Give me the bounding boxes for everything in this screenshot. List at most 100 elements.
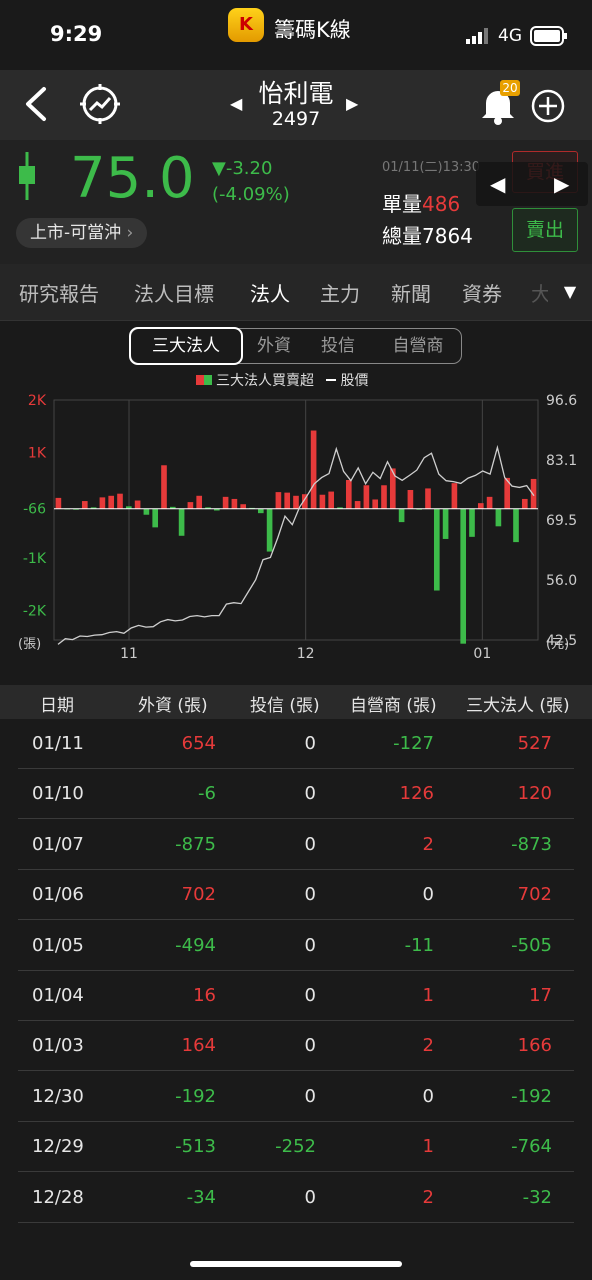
total-vol-value: 7864 (422, 224, 473, 248)
notification-badge: 20 (500, 80, 520, 96)
cell-total: -32 (522, 1186, 552, 1208)
table-row: 01/06 702 0 0 702 (0, 870, 592, 921)
bar (477, 503, 484, 509)
th-date: 日期 (40, 696, 74, 716)
segment-all[interactable]: 三大法人 (129, 327, 243, 365)
home-indicator[interactable] (190, 1261, 402, 1267)
bar (117, 493, 123, 509)
status-time: 9:29 (50, 22, 103, 46)
left-tick-label: -2K (23, 604, 47, 620)
chevron-right-icon: › (126, 223, 134, 243)
legend-down-swatch (204, 375, 212, 385)
bar (486, 496, 493, 509)
row-date: 01/11 (32, 733, 84, 754)
left-tick-label: 2K (28, 393, 47, 409)
tab-dropdown-icon[interactable]: ▼ (548, 264, 592, 320)
market-tag[interactable]: 上市-可當沖 › (16, 218, 148, 248)
last-price: 75.0 (70, 146, 195, 211)
legend-bars-label: 三大法人買賣超 (216, 373, 314, 389)
left-tick-label: -66 (23, 502, 46, 518)
cell-total: -192 (511, 1085, 552, 1107)
cell-foreign: 16 (193, 985, 216, 1006)
cell-total: 527 (517, 733, 552, 754)
bar (222, 496, 229, 509)
network-type: 4G (498, 26, 522, 46)
segment-dealer[interactable]: 自營商 (375, 329, 461, 363)
bar (55, 497, 62, 509)
bar (81, 501, 88, 509)
bar (284, 492, 291, 509)
row-date: 01/07 (32, 833, 84, 855)
table-header: 日期 外資 (張) 投信 (張) 自營商 (張) 三大法人 (張) (0, 685, 592, 719)
tab-research[interactable]: 研究報告 (19, 278, 99, 307)
bar (398, 508, 405, 523)
x-tick-label: 01 (473, 646, 491, 662)
table-row: 01/07 -875 0 2 -873 (0, 820, 592, 870)
bar (451, 483, 458, 509)
tab-major[interactable]: 主力 (320, 278, 360, 307)
bar (134, 500, 141, 509)
cell-dealer: -11 (404, 934, 434, 956)
table-row: 01/04 16 0 1 17 (0, 971, 592, 1021)
bar (381, 485, 387, 509)
add-icon[interactable] (530, 88, 566, 124)
legend-up-swatch (196, 375, 204, 385)
cell-trust: 0 (304, 783, 316, 805)
bar (196, 495, 203, 509)
cell-dealer: 2 (422, 833, 434, 855)
bar (425, 488, 431, 509)
tab-institutional[interactable]: 法人 (250, 278, 290, 307)
right-tick-label: 69.5 (546, 513, 577, 529)
cell-dealer: -127 (393, 733, 434, 754)
row-date: 01/05 (32, 934, 84, 956)
app-name: 籌碼K線 (274, 18, 351, 42)
sell-button[interactable]: 賣出 (512, 208, 578, 252)
quote-next-icon[interactable]: ▶ (554, 172, 569, 196)
table-row: 01/10 -6 0 126 120 (0, 769, 592, 820)
cell-trust: 0 (304, 833, 316, 855)
row-date: 01/04 (32, 985, 84, 1006)
cell-total: -505 (511, 934, 552, 956)
cell-total: 17 (529, 985, 552, 1006)
cell-foreign: -192 (175, 1085, 216, 1107)
cell-dealer: 0 (422, 884, 434, 906)
table-row: 01/03 164 0 2 166 (0, 1021, 592, 1072)
cell-trust: 0 (304, 733, 316, 754)
tab-news[interactable]: 新聞 (391, 278, 431, 307)
bar (231, 498, 238, 509)
cell-total: -873 (511, 833, 552, 855)
bar (187, 502, 194, 509)
row-date: 01/03 (32, 1035, 84, 1057)
candle-icon (19, 152, 35, 200)
tab-target[interactable]: 法人目標 (134, 278, 214, 307)
table-row: 12/29 -513 -252 1 -764 (0, 1122, 592, 1173)
bar (178, 508, 185, 536)
cell-trust: 0 (304, 1035, 316, 1057)
bar (530, 478, 537, 509)
total-vol-label: 總量 (382, 224, 422, 248)
bar (407, 490, 414, 509)
left-axis-unit: (張) (18, 637, 41, 652)
cell-trust: 0 (304, 884, 316, 906)
segment-foreign[interactable]: 外資 (243, 329, 305, 363)
bar (513, 508, 519, 543)
cell-foreign: 702 (181, 884, 216, 906)
bar (328, 491, 335, 509)
row-divider (18, 1221, 574, 1223)
left-tick-label: -1K (23, 551, 47, 567)
cell-trust: 0 (304, 1186, 316, 1208)
bar (99, 497, 106, 509)
left-tick-label: 1K (28, 446, 47, 462)
bar (442, 508, 449, 539)
signal-icon (466, 28, 488, 44)
segment-trust[interactable]: 投信 (307, 329, 369, 363)
quote-panel: 75.0 ▼-3.20 (-4.09%) 上市-可當沖 › 01/11(二)13… (0, 140, 592, 264)
unit-vol-label: 單量 (382, 192, 422, 216)
tab-margin[interactable]: 資券 (462, 278, 502, 307)
quote-prev-icon[interactable]: ◀ (490, 172, 505, 196)
row-date: 12/29 (32, 1136, 84, 1158)
quote-nav-overlay: ◀ ▶ (476, 162, 588, 206)
cell-total: 166 (517, 1035, 552, 1057)
cell-total: -764 (511, 1136, 552, 1158)
cell-foreign: -494 (175, 934, 216, 956)
